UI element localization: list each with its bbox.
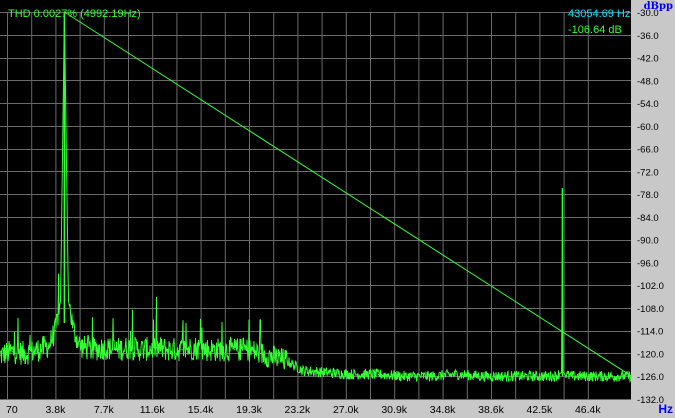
data-point <box>562 371 564 374</box>
data-point <box>404 375 406 377</box>
data-point <box>351 373 353 375</box>
data-point <box>630 375 632 377</box>
data-point <box>67 299 70 301</box>
data-point <box>116 349 118 351</box>
x-tick-label: 23.2k <box>285 404 311 416</box>
data-point <box>580 375 582 377</box>
x-tick-label: 11.6k <box>140 404 166 416</box>
data-point <box>142 349 144 351</box>
x-tick-label: 7.7k <box>94 404 115 416</box>
y-tick-label: -120.0 <box>637 349 664 360</box>
data-point <box>181 349 183 351</box>
data-point <box>534 375 537 377</box>
y-tick-label: -66.0 <box>637 145 659 156</box>
y-tick-label: -90.0 <box>637 236 659 247</box>
data-point <box>302 369 304 372</box>
data-point <box>11 350 13 353</box>
y-tick-label: -126.0 <box>637 372 664 383</box>
x-tick-label: 42.5k <box>527 404 553 416</box>
x-tick-label: 15.4k <box>188 404 214 416</box>
y-tick-label: -78.0 <box>637 190 659 201</box>
y-tick-label: -96.0 <box>637 258 659 269</box>
data-point <box>103 347 105 349</box>
data-point <box>155 347 157 349</box>
y-axis-unit-label: dBpp <box>643 1 673 12</box>
data-point <box>54 330 56 332</box>
data-point <box>194 347 196 349</box>
spectrum-chart: -30.0-36.0-42.0-48.0-54.0-60.0-66.0-72.0… <box>0 0 675 418</box>
data-point <box>129 347 131 349</box>
x-tick-label: 27.0k <box>333 404 359 416</box>
x-tick-label: 19.3k <box>236 404 262 416</box>
data-point <box>325 371 327 374</box>
data-point <box>90 349 92 351</box>
data-point <box>220 349 223 351</box>
y-tick-label: -54.0 <box>637 99 659 110</box>
y-tick-label: -108.0 <box>637 304 664 315</box>
data-point <box>168 349 170 351</box>
x-tick-label: 30.9k <box>381 404 407 416</box>
data-point <box>430 375 432 377</box>
y-tick-label: -60.0 <box>637 122 659 133</box>
y-tick-label: -48.0 <box>637 76 659 87</box>
x-axis-unit-label: Hz <box>658 402 673 416</box>
data-point <box>561 187 563 190</box>
data-point <box>456 373 458 375</box>
y-tick-label: -84.0 <box>637 213 659 224</box>
data-point <box>247 349 249 351</box>
y-tick-label: -114.0 <box>637 327 663 338</box>
data-point <box>286 360 288 362</box>
spectrum-analyzer-screen: -30.0 -36.0 -42.0 -48.0 -54.0 -60.0 -66.0 -72.0… <box>0 0 675 418</box>
data-point <box>508 375 510 377</box>
data-point <box>260 352 262 355</box>
data-point <box>593 375 595 377</box>
x-tick-label: 34.8k <box>430 404 456 416</box>
cursor-frequency-readout: 43054.69 Hz <box>568 8 631 20</box>
x-tick-label: 46.4k <box>575 404 601 416</box>
x-tick-label: 3.8k <box>45 404 66 416</box>
data-point <box>79 345 81 347</box>
thd-readout: THD 0.0027% (4992.19Hz) <box>8 8 141 20</box>
data-point <box>59 299 62 301</box>
data-point <box>24 352 26 355</box>
x-tick-label: 70 <box>6 404 18 416</box>
data-point <box>37 349 39 351</box>
data-point <box>233 349 236 351</box>
y-tick-label: -42.0 <box>637 54 659 65</box>
data-point <box>619 375 622 377</box>
data-point <box>377 373 380 375</box>
data-point <box>48 345 50 347</box>
y-tick-label: -72.0 <box>637 167 659 178</box>
data-point <box>482 375 484 377</box>
y-tick-label: -36.0 <box>637 31 659 42</box>
data-point <box>207 349 210 351</box>
data-point <box>605 375 607 377</box>
data-point <box>73 330 75 332</box>
data-point <box>273 356 275 358</box>
data-point <box>561 371 563 374</box>
x-tick-label: 38.6k <box>478 404 504 416</box>
data-point <box>554 375 556 377</box>
y-tick-label: -102.0 <box>637 281 664 292</box>
data-point <box>568 375 571 377</box>
cursor-level-readout: -106.64 dB <box>568 24 622 36</box>
